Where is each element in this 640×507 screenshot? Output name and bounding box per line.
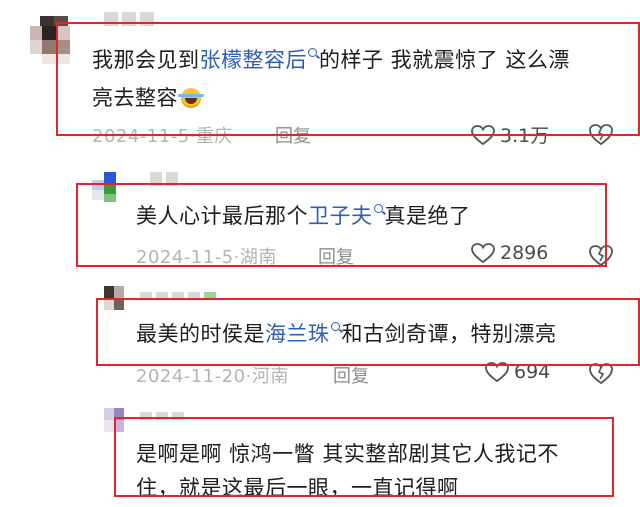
- highlight-box: [76, 183, 607, 267]
- highlight-box: [56, 22, 640, 136]
- highlight-box: [96, 298, 640, 366]
- highlight-box: [114, 417, 614, 497]
